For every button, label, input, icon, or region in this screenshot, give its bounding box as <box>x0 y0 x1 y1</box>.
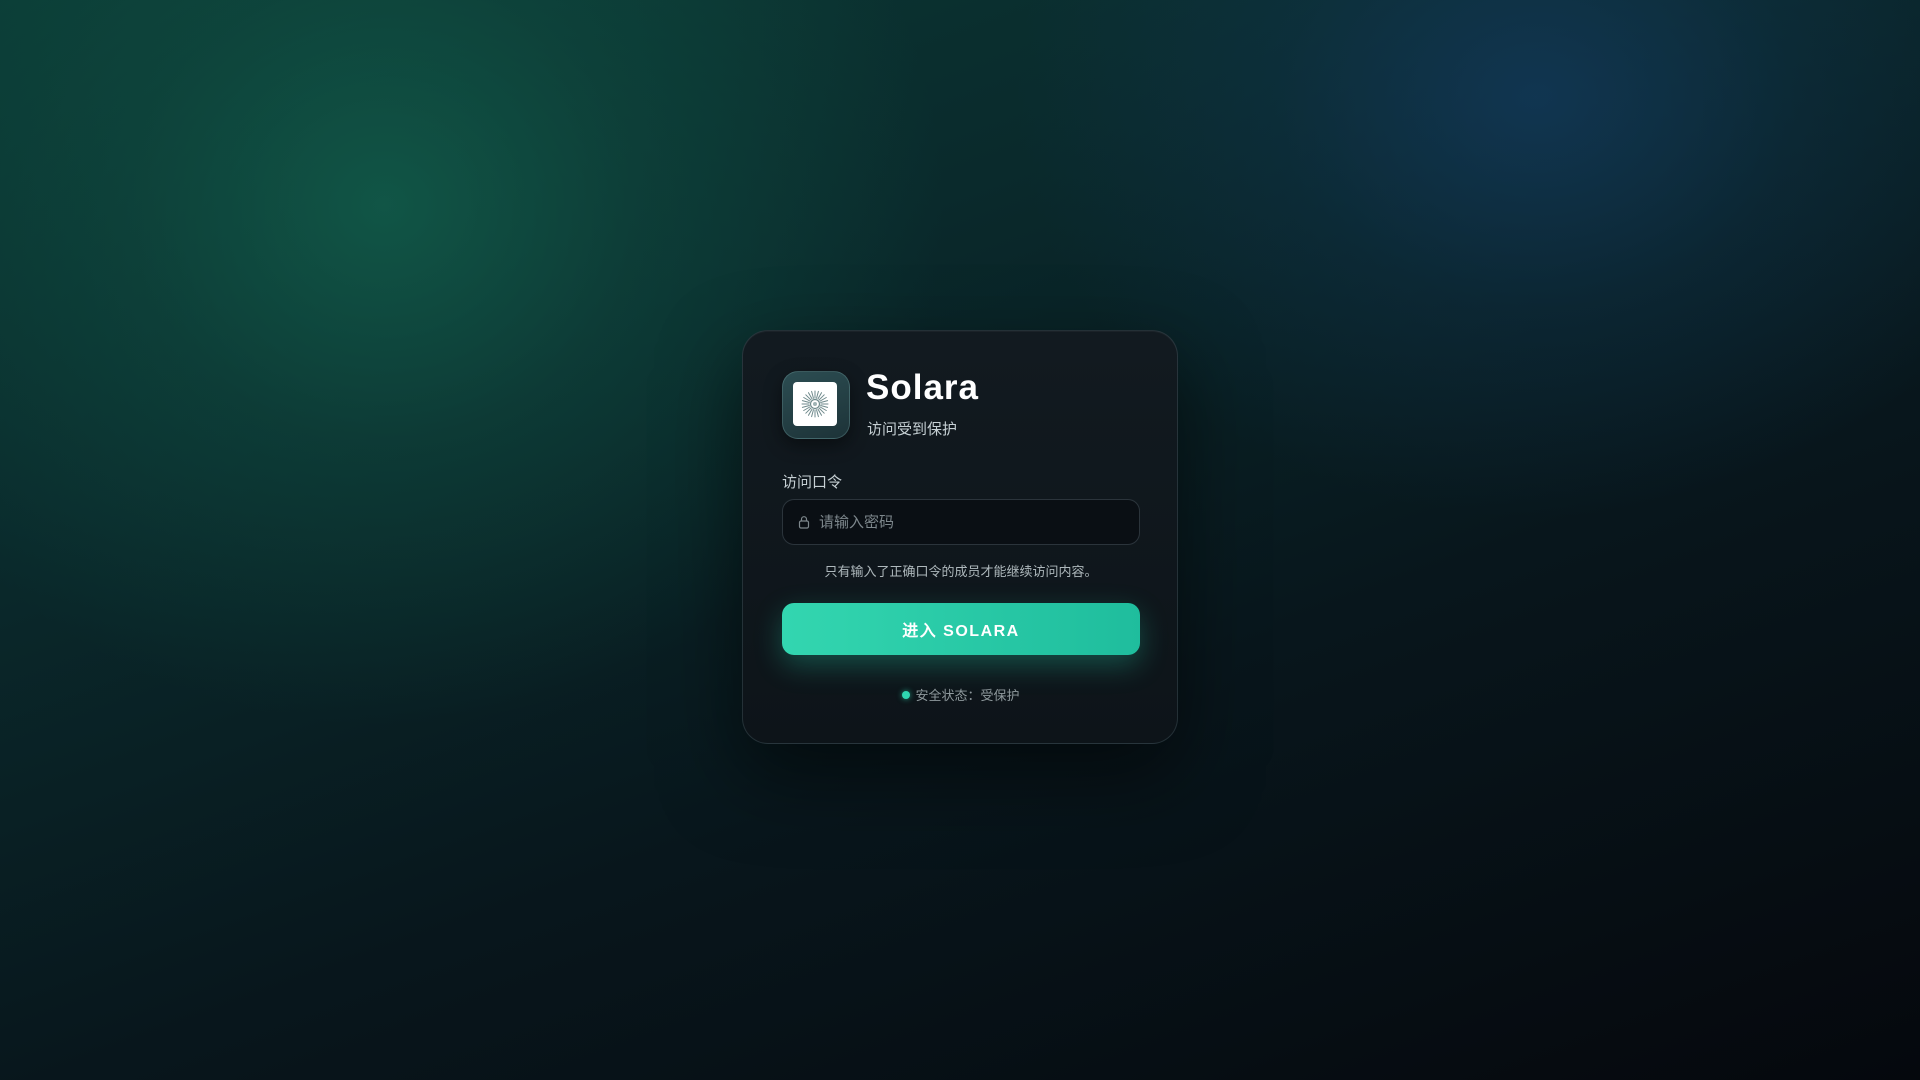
status-label: 安全状态： <box>915 689 981 704</box>
app-subtitle: 访问受到保护 <box>867 420 958 438</box>
app-title: Solara <box>866 368 979 407</box>
password-field[interactable] <box>782 499 1140 545</box>
logo-image <box>793 382 837 426</box>
password-label: 访问口令 <box>782 473 843 491</box>
enter-button[interactable]: 进入 SOLARA <box>782 603 1140 655</box>
lock-icon <box>798 516 810 529</box>
password-input[interactable] <box>819 500 1129 544</box>
security-status: 安全状态： 受保护 <box>782 688 1140 706</box>
status-value: 受保护 <box>980 689 1020 704</box>
login-card: Solara 访问受到保护 访问口令 只有输入了正确口令的成员才能继续访问内容。… <box>742 330 1178 744</box>
status-indicator-icon <box>902 691 911 699</box>
app-logo <box>782 371 850 439</box>
sun-burst-icon <box>801 390 829 418</box>
access-hint: 只有输入了正确口令的成员才能继续访问内容。 <box>824 565 1098 580</box>
